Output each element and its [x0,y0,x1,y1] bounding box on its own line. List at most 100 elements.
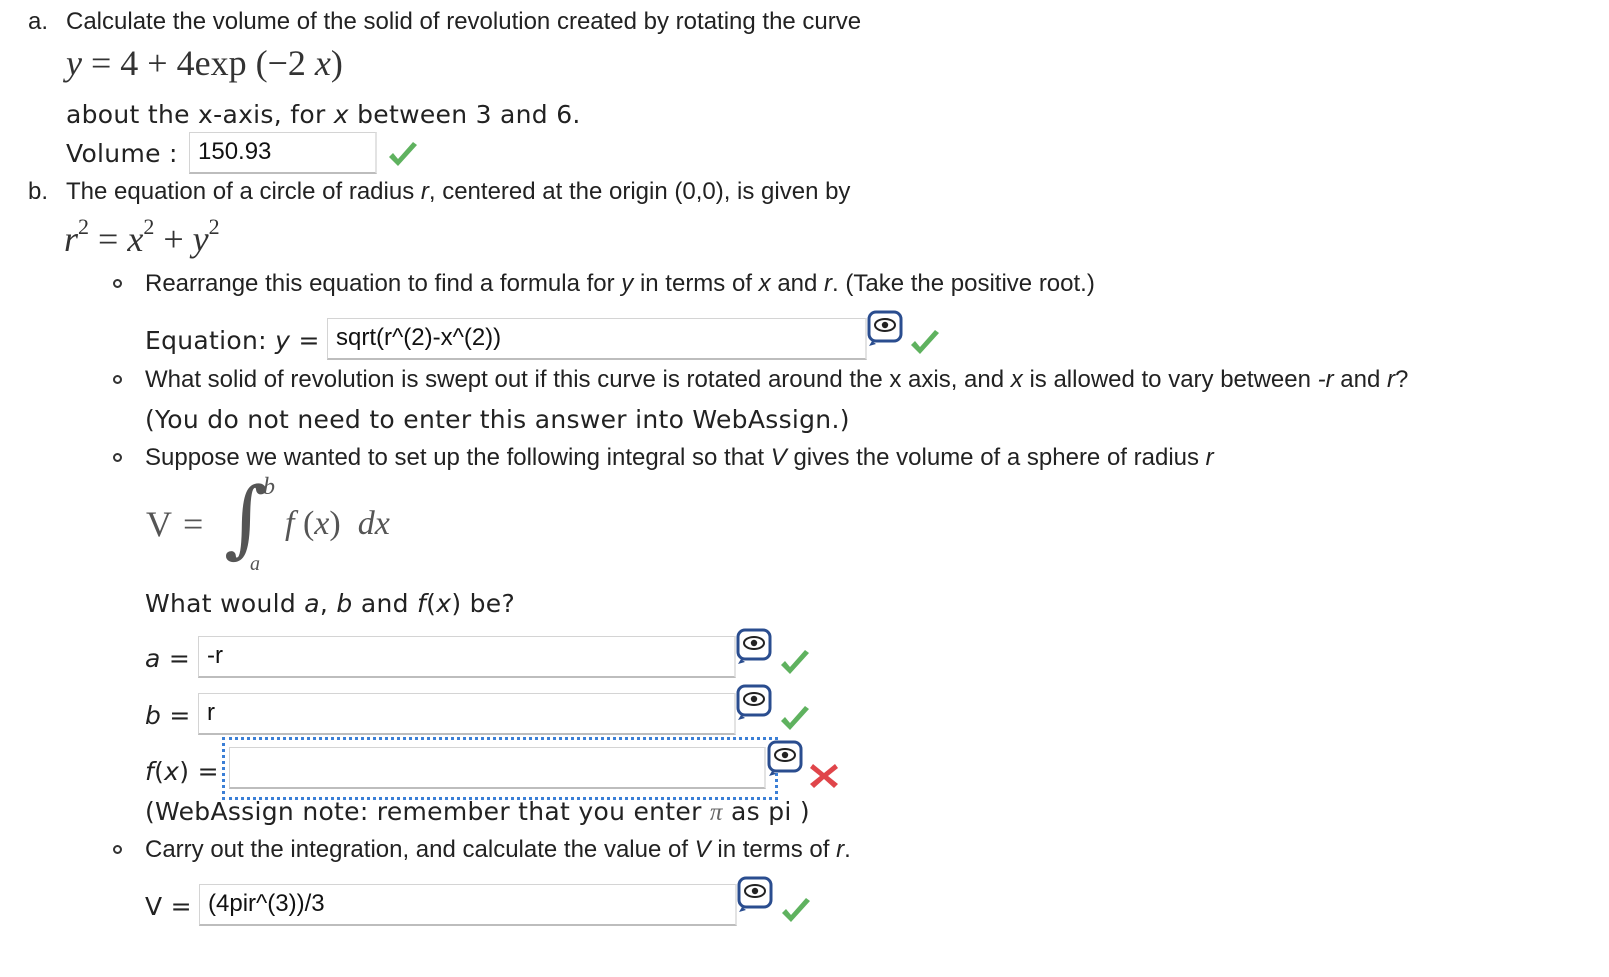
a-input-field[interactable] [207,641,726,671]
equation-input[interactable] [327,318,867,360]
q-a: a [304,589,320,618]
volume-input[interactable] [189,132,377,174]
integrand-close: ) [329,505,341,542]
eye-preview-icon[interactable] [736,876,776,914]
circle-r: r [64,219,79,259]
eq-open: ( [255,43,268,83]
bullet-icon [113,375,122,384]
note-text-1: (WebAssign note: remember that you enter [145,797,702,826]
solid-question: What solid of revolution is swept out if… [145,366,1408,394]
setup-v2: r [1205,444,1214,471]
setup-t1: Suppose we wanted to set up the followin… [145,444,765,471]
eq-exp: exp [194,43,247,83]
eq-equals: = [90,43,112,83]
eye-preview-icon[interactable] [766,740,806,778]
setup-v1: V [770,444,787,471]
setup-t2: gives the volume of a sphere of radius [793,444,1199,471]
eq-neg-two: −2 [267,43,306,83]
solid-t4: ? [1394,366,1409,393]
v-input[interactable] [199,884,737,926]
b-label: b = [145,701,191,730]
fx-input[interactable] [229,747,766,789]
fx-label-f: f [145,757,155,786]
fx-input-field[interactable] [238,752,756,782]
fx-label-open: ( [154,757,165,786]
check-icon [911,330,939,354]
v-label: V = [145,892,192,921]
part-a-intro: Calculate the volume of the solid of rev… [66,8,862,35]
rearrange-v1: y [621,270,634,297]
fx-label-eq: = [197,757,219,786]
intro-var: r [420,178,429,205]
v-label-var: V [145,892,163,921]
circle-exp-r: 2 [78,214,90,239]
v-input-field[interactable] [208,889,727,919]
volume-label: Volume : [66,139,178,168]
eye-preview-icon[interactable] [735,628,775,666]
solid-v3: r [1386,366,1395,393]
rearrange-t3: and [777,270,818,297]
rearrange-t2: in terms of [639,270,752,297]
eq-plus: + [147,43,168,83]
integrand: f (x) dx [285,505,390,543]
v-label-eq: = [170,892,192,921]
solid-t2: is allowed to vary between [1029,366,1311,393]
eye-preview-icon[interactable] [735,684,775,722]
solid-note: (You do not need to enter this answer in… [145,405,850,434]
part-b-intro: The equation of a circle of radius r, ce… [66,178,850,206]
part-a-about: about the x-axis, for x between 3 and 6. [66,100,581,129]
volume-input-field[interactable] [198,137,367,167]
q-text-2: , [319,589,329,618]
intro-text-2: , centered at the origin (0,0), is given… [428,178,851,205]
webassign-note: (WebAssign note: remember that you enter… [145,797,810,827]
part-b-label: b. [28,178,49,205]
rearrange-text: Rearrange this equation to find a formul… [145,270,1095,298]
q-text-4: ( [426,589,437,618]
integral-V: V [146,504,172,544]
cross-icon [810,764,838,788]
circle-exp-y: 2 [208,214,220,239]
q-text-3: and [360,589,409,618]
solid-v1: x [1010,366,1023,393]
integrand-f: f [285,505,295,542]
integrand-open: ( [302,505,315,542]
check-icon [781,650,809,674]
integration-t3: . [844,836,851,863]
about-text-1: about the x-axis, for [66,100,326,129]
b-label-var: b [145,701,162,730]
eye-preview-icon[interactable] [866,310,906,348]
integrand-d: d [357,505,375,542]
check-icon [782,898,810,922]
rearrange-t1: Rearrange this equation to find a formul… [145,270,615,297]
integration-t1: Carry out the integration, and calculate… [145,836,688,863]
part-a-label: a. [28,8,49,35]
b-input[interactable] [198,693,736,735]
q-b: b [336,589,353,618]
q-x: x [436,589,452,618]
equation-var: y [275,326,291,355]
circle-plus: + [163,219,184,259]
solid-v2: -r [1317,366,1334,393]
solid-t1: What solid of revolution is swept out if… [145,366,1005,393]
about-var: x [333,100,349,129]
pi-symbol: π [709,799,723,826]
integral-equals: = [183,504,204,544]
rearrange-v3: r [824,270,833,297]
integration-text: Carry out the integration, and calculate… [145,836,851,864]
fx-label: f(x) = [145,757,219,786]
integration-v2: r [836,836,845,863]
fx-label-x: x [164,757,180,786]
q-text-5: ) be? [451,589,516,618]
circle-y: y [192,219,209,259]
equation-input-field[interactable] [336,323,857,353]
a-input[interactable] [198,636,736,678]
bullet-icon [113,279,122,288]
eq-y: y [66,43,82,83]
b-input-field[interactable] [207,698,726,728]
integration-v1: V [694,836,711,863]
integration-t2: in terms of [717,836,830,863]
equation-label: Equation: y = [145,326,320,355]
a-label: a = [145,644,190,673]
a-label-eq: = [168,644,191,673]
q-f: f [417,589,427,618]
